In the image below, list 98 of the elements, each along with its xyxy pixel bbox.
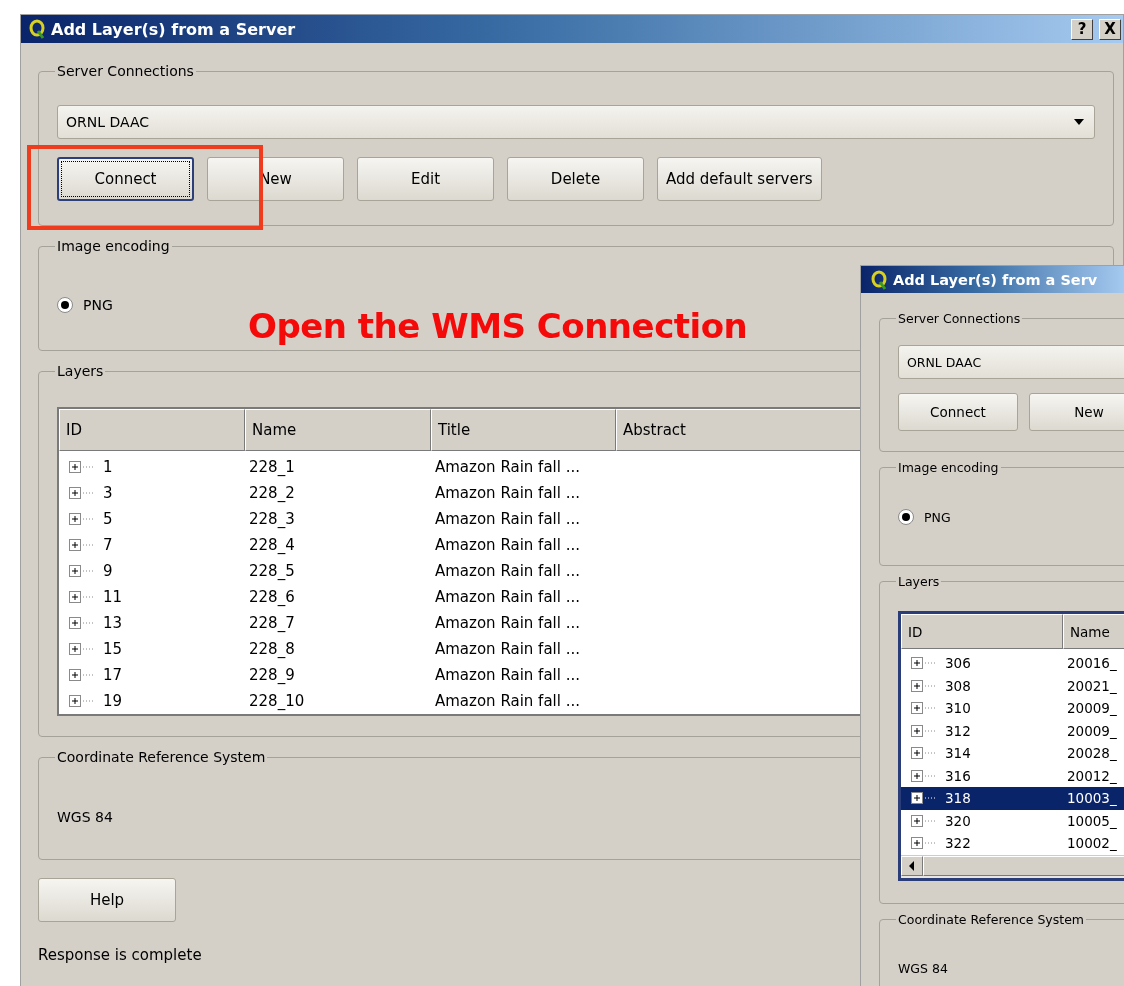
title-bar-button[interactable]: X (1099, 18, 1121, 40)
annotation-text: Open the WMS Connection (248, 306, 748, 346)
table-cell-text: Amazon Rain fall ... (434, 588, 581, 606)
radio-button[interactable] (898, 509, 914, 525)
table-cell-text: 3 (102, 484, 113, 502)
column-header[interactable]: Title (431, 409, 616, 451)
radio-label: PNG (83, 297, 113, 313)
table-cell-text: Amazon Rain fall ... (434, 562, 581, 580)
table-row[interactable]: 314 20028_ (901, 742, 1124, 765)
help-button[interactable]: Help (38, 878, 176, 922)
table-cell-text: Amazon Rain fall ... (434, 640, 581, 658)
group-label: Coordinate Reference System (56, 749, 267, 765)
window-title: Add Layer(s) from a Serv (893, 271, 1099, 288)
table-cell-text: Amazon Rain fall ... (434, 484, 581, 502)
table-cell-text: 228_1 (248, 458, 296, 476)
table-cell-text: 308 (944, 677, 971, 694)
table-row[interactable]: 312 20009_ (901, 719, 1124, 742)
table-cell-text: 20009_ (1066, 700, 1118, 717)
table-cell-text: 312 (944, 722, 971, 739)
action-button[interactable]: Connect (57, 157, 194, 201)
table-cell-text: 11 (102, 588, 123, 606)
table-cell-text: 20009_ (1066, 722, 1118, 739)
table-cell-text: 306 (944, 655, 971, 672)
table-cell-text: 228_8 (248, 640, 296, 658)
window-title: Add Layer(s) from a Server (51, 19, 297, 39)
group-label: Server Connections (56, 63, 195, 79)
group-label: Coordinate Reference System (897, 911, 1086, 927)
table-cell-text: 316 (944, 767, 971, 784)
table-cell-text: Amazon Rain fall ... (434, 666, 581, 684)
table-cell-text: 10003_ (1066, 790, 1118, 807)
table-cell-text: 228_10 (248, 692, 306, 710)
expand-icon[interactable] (911, 791, 937, 806)
title-bar-button[interactable]: ? (1071, 18, 1093, 40)
action-button[interactable]: Add default servers (657, 157, 822, 201)
action-button[interactable]: Connect (898, 393, 1018, 431)
status-text: Response is complete (38, 946, 202, 964)
group-label: Image encoding (56, 238, 171, 254)
table-cell-text: 10002_ (1066, 835, 1118, 852)
table-row[interactable]: 322 10002_ (901, 832, 1124, 855)
app-logo-icon (871, 269, 887, 290)
table-row[interactable]: 316 20012_ (901, 764, 1124, 787)
table-cell-text: 228_9 (248, 666, 296, 684)
table-row[interactable]: 318 10003_ (901, 787, 1124, 810)
table-cell-text: 228_6 (248, 588, 296, 606)
table-cell-text: 228_2 (248, 484, 296, 502)
table-row[interactable]: 7 228_4 Amazon Rain fall ... (59, 532, 1095, 558)
group-label: Server Connections (897, 311, 1022, 326)
table-cell-text: 228_7 (248, 614, 296, 632)
left-arrow-icon[interactable] (909, 860, 915, 871)
table-cell-text: 1 (102, 458, 113, 476)
table-row[interactable]: 320 10005_ (901, 809, 1124, 832)
action-button[interactable]: Delete (507, 157, 644, 201)
table-cell-text: 20016_ (1066, 655, 1118, 672)
table-cell-text: Amazon Rain fall ... (434, 458, 581, 476)
table-cell-text: Amazon Rain fall ... (434, 614, 581, 632)
table-cell-text: Amazon Rain fall ... (434, 692, 581, 710)
table-row[interactable]: 306 20016_ (901, 652, 1124, 675)
table-cell-text: Amazon Rain fall ... (434, 536, 581, 554)
table-cell-text: 322 (944, 835, 971, 852)
table-cell-text: 314 (944, 745, 971, 762)
table-cell-text: 13 (102, 614, 123, 632)
column-header[interactable]: Name (1063, 614, 1124, 649)
action-button[interactable]: Edit (357, 157, 494, 201)
table-cell-text: 17 (102, 666, 123, 684)
table-cell-text: 228_4 (248, 536, 296, 554)
table-cell-text: 19 (102, 692, 123, 710)
group-label: Layers (56, 363, 105, 379)
action-button[interactable]: New (1029, 393, 1124, 431)
table-cell-text: 15 (102, 640, 123, 658)
crs-value: WGS 84 (898, 960, 948, 976)
table-cell-text: 20021_ (1066, 677, 1118, 694)
table-row[interactable]: 3 228_2 Amazon Rain fall ... (59, 480, 1095, 506)
table-cell-text: 320 (944, 812, 971, 829)
column-header[interactable]: Name (245, 409, 431, 451)
crs-value: WGS 84 (57, 809, 113, 825)
group-label: Image encoding (897, 460, 1000, 475)
table-cell-text: 20028_ (1066, 745, 1118, 762)
table-cell-text: 228_3 (248, 510, 296, 528)
caret-icon (1072, 117, 1086, 127)
table-row[interactable]: 310 20009_ (901, 697, 1124, 720)
table-cell-text: Amazon Rain fall ... (434, 510, 581, 528)
table-cell-text: 318 (944, 790, 971, 807)
server-dropdown[interactable]: ORNL DAAC (898, 345, 1124, 379)
column-header[interactable]: ID (59, 409, 245, 451)
group-label: Layers (897, 574, 941, 589)
column-header[interactable]: ID (901, 614, 1063, 649)
table-cell-text: 20012_ (1066, 767, 1118, 784)
app-logo-icon (29, 19, 45, 39)
table-cell-text: 10005_ (1066, 812, 1118, 829)
table-cell-text: 9 (102, 562, 113, 580)
table-cell-text: 5 (102, 510, 113, 528)
table-cell-text: 228_5 (248, 562, 296, 580)
radio-label: PNG (924, 509, 951, 525)
table-row[interactable]: 308 20021_ (901, 674, 1124, 697)
table-cell-text: 310 (944, 700, 971, 717)
radio-button[interactable] (57, 297, 73, 313)
server-dropdown[interactable]: ORNL DAAC (57, 105, 1095, 139)
table-cell-text: 7 (102, 536, 113, 554)
